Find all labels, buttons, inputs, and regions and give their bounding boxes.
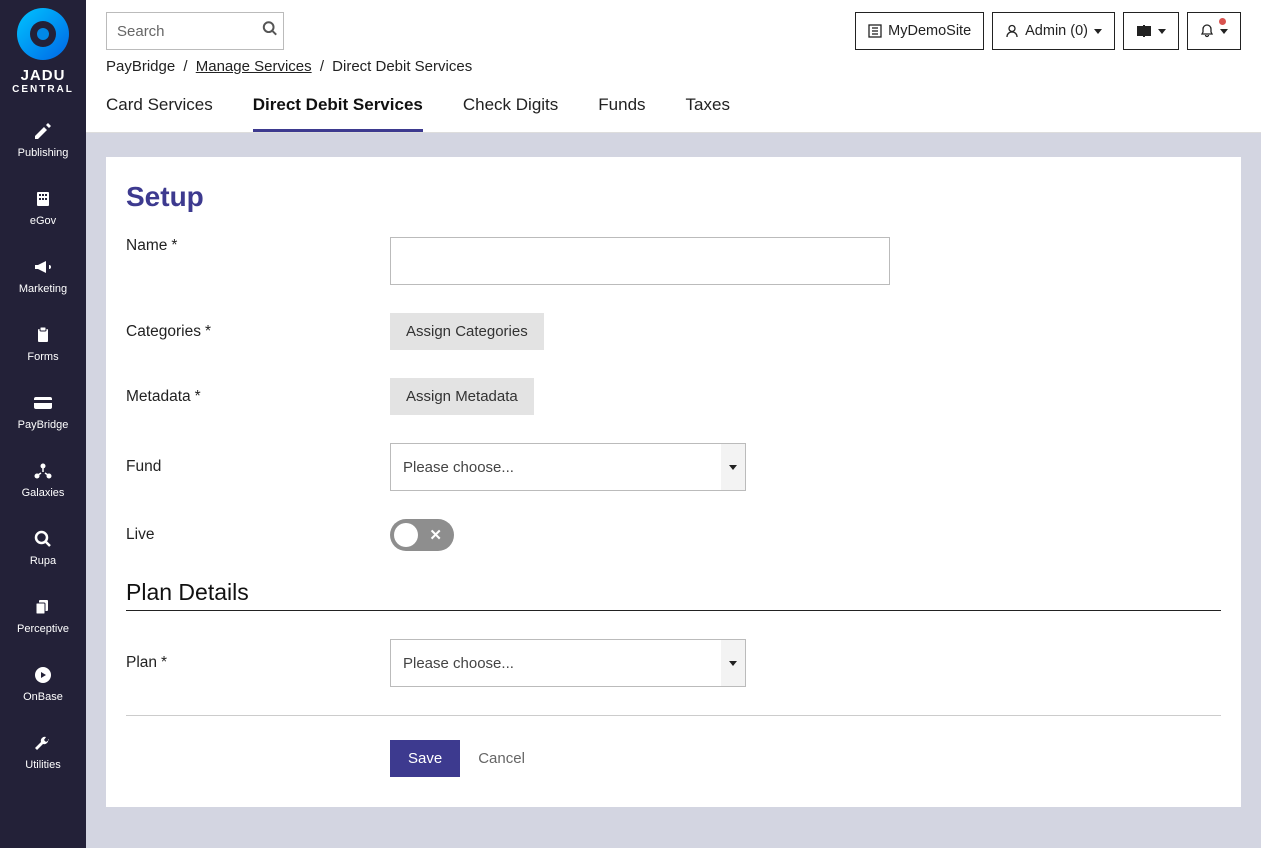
metadata-label: Metadata*	[126, 388, 390, 406]
row-metadata: Metadata* Assign Metadata	[126, 378, 1221, 415]
tabs: Card Services Direct Debit Services Chec…	[86, 81, 1261, 133]
pencil-icon	[31, 119, 55, 143]
book-icon	[1136, 24, 1152, 38]
tab-direct-debit-services[interactable]: Direct Debit Services	[253, 95, 423, 132]
breadcrumb-link-manage-services[interactable]: Manage Services	[196, 58, 312, 75]
sidebar-item-rupa[interactable]: Rupa	[0, 513, 86, 581]
form-actions: Save Cancel	[390, 740, 1221, 777]
user-icon	[1005, 24, 1019, 38]
sidebar-item-utilities[interactable]: Utilities	[0, 717, 86, 785]
cancel-button[interactable]: Cancel	[478, 750, 525, 767]
sidebar-item-forms[interactable]: Forms	[0, 309, 86, 377]
wrench-icon	[31, 731, 55, 755]
breadcrumb-sep: /	[316, 58, 328, 75]
main: MyDemoSite Admin (0) PayBridge / Manage …	[86, 0, 1261, 848]
clipboard-icon	[31, 323, 55, 347]
nodes-icon	[31, 459, 55, 483]
sidebar-item-onbase[interactable]: OnBase	[0, 649, 86, 717]
toggle-knob	[394, 523, 418, 547]
play-circle-icon	[31, 663, 55, 687]
page-title: Setup	[126, 181, 1221, 213]
notification-dot-icon	[1219, 18, 1226, 25]
sidebar-item-marketing[interactable]: Marketing	[0, 241, 86, 309]
sidebar-item-perceptive[interactable]: Perceptive	[0, 581, 86, 649]
tab-card-services[interactable]: Card Services	[106, 95, 213, 132]
sidebar-item-label: OnBase	[23, 691, 63, 703]
sidebar-item-label: Rupa	[30, 555, 56, 567]
breadcrumb-sep: /	[179, 58, 191, 75]
assign-metadata-button[interactable]: Assign Metadata	[390, 378, 534, 415]
chevron-down-icon	[1158, 29, 1166, 34]
row-name: Name*	[126, 237, 1221, 285]
site-icon	[868, 24, 882, 38]
bell-icon	[1200, 24, 1214, 38]
sidebar-item-label: PayBridge	[18, 419, 69, 431]
search-wrap	[106, 12, 284, 50]
site-switcher-button[interactable]: MyDemoSite	[855, 12, 984, 50]
chevron-down-icon	[1220, 29, 1228, 34]
assign-categories-button[interactable]: Assign Categories	[390, 313, 544, 350]
sidebar: JADU CENTRAL Publishing eGov Marketing	[0, 0, 86, 848]
categories-label: Categories*	[126, 323, 390, 341]
sidebar-item-paybridge[interactable]: PayBridge	[0, 377, 86, 445]
sidebar-item-label: Galaxies	[22, 487, 65, 499]
plan-label: Plan*	[126, 654, 390, 672]
fund-label: Fund	[126, 458, 390, 476]
card-icon	[31, 391, 55, 415]
logo-circle-icon	[15, 6, 71, 62]
topbar: MyDemoSite Admin (0)	[86, 0, 1261, 58]
copy-icon	[31, 595, 55, 619]
row-live: Live ✕	[126, 519, 1221, 551]
form-card: Setup Name* Categories* Assign Categorie…	[106, 157, 1241, 807]
topbar-right: MyDemoSite Admin (0)	[855, 12, 1241, 50]
toggle-off-icon: ✕	[429, 526, 442, 544]
sidebar-item-publishing[interactable]: Publishing	[0, 105, 86, 173]
bullhorn-icon	[31, 255, 55, 279]
brand-name: JADU	[12, 67, 74, 84]
tab-taxes[interactable]: Taxes	[686, 95, 730, 132]
plan-select[interactable]: Please choose...	[390, 639, 746, 687]
save-button[interactable]: Save	[390, 740, 460, 777]
chevron-down-icon	[1094, 29, 1102, 34]
name-input[interactable]	[390, 237, 890, 285]
sidebar-item-label: Perceptive	[17, 623, 69, 635]
brand-sub: CENTRAL	[12, 84, 74, 95]
sidebar-item-label: eGov	[30, 215, 56, 227]
breadcrumb: PayBridge / Manage Services / Direct Deb…	[86, 58, 1261, 81]
notifications-button[interactable]	[1187, 12, 1241, 50]
sidebar-item-galaxies[interactable]: Galaxies	[0, 445, 86, 513]
search-icon	[31, 527, 55, 551]
tab-check-digits[interactable]: Check Digits	[463, 95, 558, 132]
search-input[interactable]	[106, 12, 284, 50]
section-plan-details: Plan Details	[126, 579, 1221, 611]
live-toggle[interactable]: ✕	[390, 519, 454, 551]
sidebar-item-label: Forms	[27, 351, 58, 363]
admin-label: Admin (0)	[1025, 23, 1088, 39]
brand-logo[interactable]: JADU CENTRAL	[12, 6, 74, 105]
sidebar-item-label: Marketing	[19, 283, 67, 295]
row-plan: Plan* Please choose...	[126, 639, 1221, 687]
admin-menu-button[interactable]: Admin (0)	[992, 12, 1115, 50]
building-icon	[31, 187, 55, 211]
search-submit-button[interactable]	[262, 21, 278, 42]
fund-select[interactable]: Please choose...	[390, 443, 746, 491]
content-area: Setup Name* Categories* Assign Categorie…	[86, 133, 1261, 848]
divider	[126, 715, 1221, 716]
sidebar-item-egov[interactable]: eGov	[0, 173, 86, 241]
name-label: Name*	[126, 237, 390, 255]
tab-funds[interactable]: Funds	[598, 95, 645, 132]
breadcrumb-item: PayBridge	[106, 58, 175, 75]
row-fund: Fund Please choose...	[126, 443, 1221, 491]
search-icon	[262, 21, 278, 37]
live-label: Live	[126, 526, 390, 544]
bookmarks-button[interactable]	[1123, 12, 1179, 50]
breadcrumb-current: Direct Debit Services	[332, 58, 472, 75]
site-label: MyDemoSite	[888, 23, 971, 39]
sidebar-item-label: Utilities	[25, 759, 60, 771]
row-categories: Categories* Assign Categories	[126, 313, 1221, 350]
sidebar-item-label: Publishing	[18, 147, 69, 159]
